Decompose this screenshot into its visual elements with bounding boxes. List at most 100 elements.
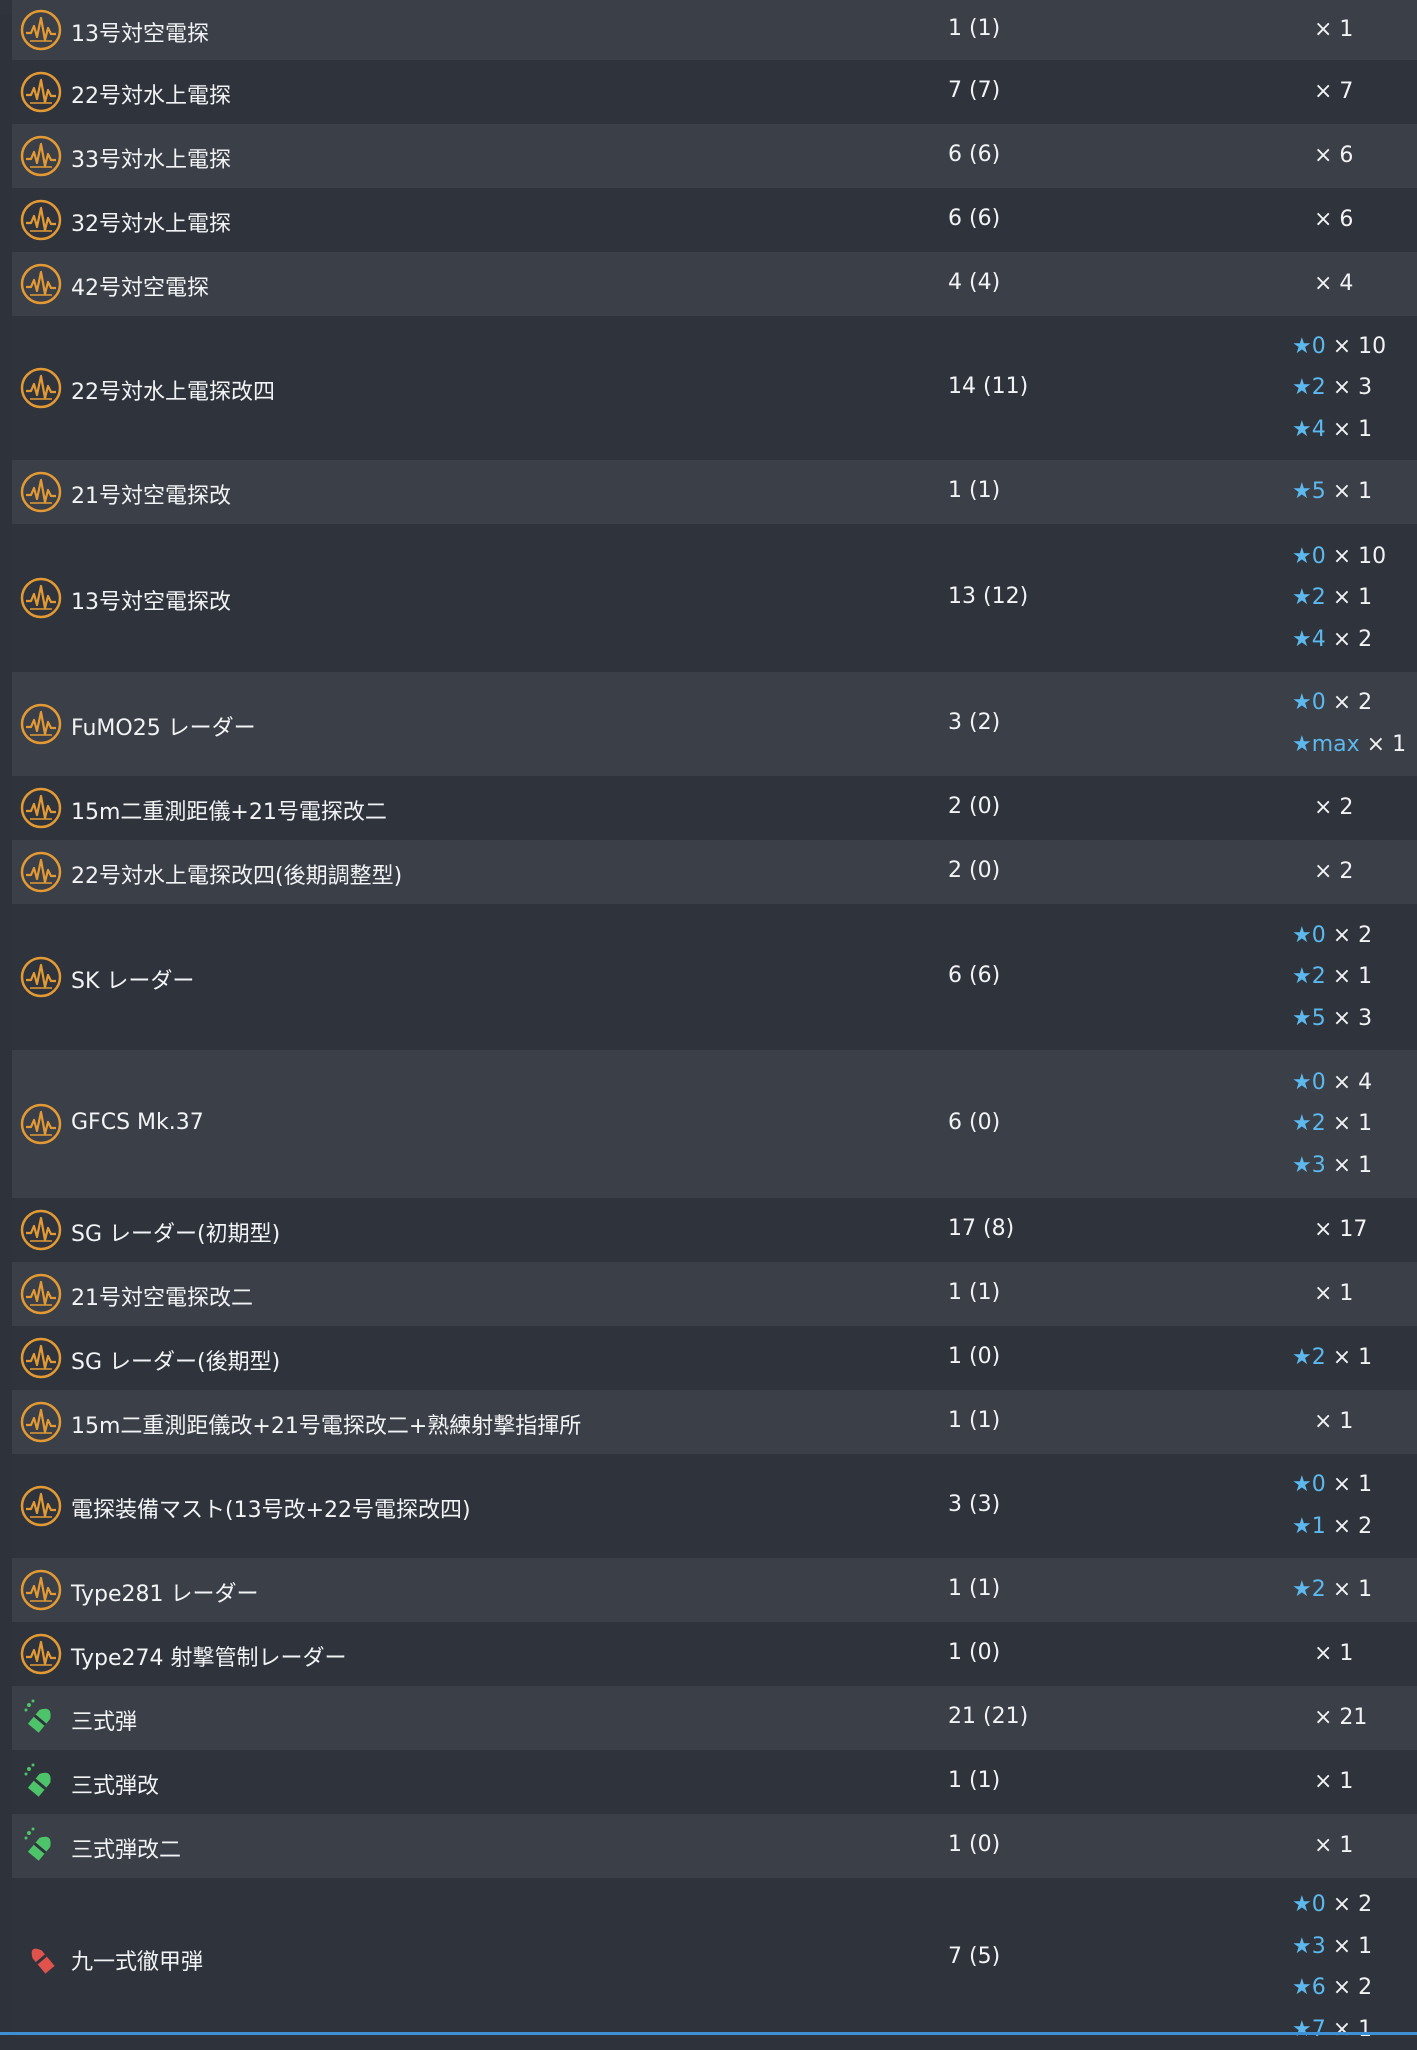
improvement-entry: ★5 × 1 — [1292, 471, 1372, 513]
table-row[interactable]: 15m二重測距儀+21号電探改二 2 (0) × 2 — [12, 776, 1417, 840]
improvement-entry: × 17 — [1292, 1209, 1367, 1251]
improvement-entry: ★2 × 1 — [1292, 1337, 1372, 1379]
equipment-count: 2 (0) — [948, 858, 1001, 883]
type3-shell-icon — [20, 1761, 62, 1803]
table-row[interactable]: 三式弾 21 (21) × 21 — [12, 1686, 1417, 1750]
star-level: ★5 — [1292, 479, 1326, 505]
type3-shell-icon — [20, 1825, 62, 1867]
equipment-name: FuMO25 レーダー — [71, 716, 256, 741]
star-level: ★4 — [1292, 626, 1326, 652]
improvement-entry: ★0 × 10 — [1292, 536, 1386, 578]
radar-icon — [20, 263, 62, 305]
table-row[interactable]: 三式弾改 1 (1) × 1 — [12, 1750, 1417, 1814]
ap-shell-icon — [20, 1937, 62, 1979]
improvement-list: ★2 × 1 — [1292, 1569, 1372, 1611]
table-row[interactable]: 32号対水上電探 6 (6) × 6 — [12, 188, 1417, 252]
table-row[interactable]: 21号対空電探改 1 (1) ★5 × 1 — [12, 460, 1417, 524]
star-level: ★0 — [1292, 333, 1326, 359]
table-row[interactable]: 22号対水上電探改四 14 (11) ★0 × 10 ★2 × 3 ★4 × 1 — [12, 316, 1417, 460]
improvement-count: × 6 — [1314, 143, 1354, 169]
improvement-list: ★0 × 2 ★max × 1 — [1292, 682, 1406, 765]
equipment-count: 3 (3) — [948, 1492, 1001, 1517]
table-row[interactable]: SG レーダー(後期型) 1 (0) ★2 × 1 — [12, 1326, 1417, 1390]
equipment-count: 2 (0) — [948, 794, 1001, 819]
improvement-count: × 1 — [1332, 1577, 1373, 1603]
equipment-name: 三式弾 — [71, 1710, 138, 1735]
equipment-count: 7 (7) — [948, 78, 1001, 103]
table-row[interactable]: GFCS Mk.37 6 (0) ★0 × 4 ★2 × 1 ★3 × 1 — [12, 1050, 1417, 1198]
equipment-name: SG レーダー(後期型) — [71, 1350, 281, 1375]
improvement-list: × 6 — [1292, 135, 1353, 177]
improvement-entry: ★4 × 1 — [1292, 409, 1386, 451]
improvement-list: × 1 — [1292, 1401, 1353, 1443]
table-row[interactable]: 15m二重測距儀改+21号電探改二+熟練射撃指揮所 1 (1) × 1 — [12, 1390, 1417, 1454]
radar-icon — [20, 1103, 62, 1145]
improvement-count: × 1 — [1332, 416, 1373, 442]
improvement-list: × 1 — [1292, 1633, 1353, 1675]
improvement-count: × 1 — [1332, 585, 1373, 611]
improvement-entry: × 21 — [1292, 1697, 1367, 1739]
table-row[interactable]: SG レーダー(初期型) 17 (8) × 17 — [12, 1198, 1417, 1262]
equipment-count: 1 (0) — [948, 1344, 1001, 1369]
table-row[interactable]: 22号対水上電探 7 (7) × 7 — [12, 60, 1417, 124]
improvement-list: ★0 × 2 ★2 × 1 ★5 × 3 — [1292, 915, 1372, 1040]
equipment-count: 1 (1) — [948, 1576, 1001, 1601]
table-row[interactable]: Type274 射撃管制レーダー 1 (0) × 1 — [12, 1622, 1417, 1686]
table-row[interactable]: 電探装備マスト(13号改+22号電探改四) 3 (3) ★0 × 1 ★1 × 2 — [12, 1454, 1417, 1558]
equipment-name: 三式弾改二 — [71, 1838, 182, 1863]
equipment-name: 22号対水上電探改四(後期調整型) — [71, 864, 403, 889]
radar-icon — [20, 787, 62, 829]
radar-icon — [20, 199, 62, 241]
radar-icon — [20, 1633, 62, 1675]
table-row[interactable]: 13号対空電探 1 (1) × 1 — [12, 0, 1417, 60]
table-row[interactable]: 九一式徹甲弾 7 (5) ★0 × 2 ★3 × 1 ★6 × 2 ★7 × 1 — [12, 1878, 1417, 2042]
improvement-count: × 1 — [1314, 1833, 1354, 1859]
improvement-count: × 6 — [1314, 207, 1354, 233]
equipment-count: 1 (1) — [948, 1408, 1001, 1433]
equipment-count: 1 (1) — [948, 1280, 1001, 1305]
radar-icon — [20, 577, 62, 619]
table-row[interactable]: 42号対空電探 4 (4) × 4 — [12, 252, 1417, 316]
star-level: ★2 — [1292, 585, 1326, 611]
star-level: ★0 — [1292, 543, 1326, 569]
star-level: ★0 — [1292, 1892, 1326, 1917]
table-row[interactable]: Type281 レーダー 1 (1) ★2 × 1 — [12, 1558, 1417, 1622]
equipment-name: SK レーダー — [71, 969, 195, 994]
improvement-list: × 7 — [1292, 71, 1353, 113]
improvement-count: × 1 — [1314, 17, 1354, 43]
improvement-entry: ★0 × 2 — [1292, 1884, 1372, 1926]
equipment-count: 4 (4) — [948, 270, 1001, 295]
table-row[interactable]: 33号対水上電探 6 (6) × 6 — [12, 124, 1417, 188]
radar-icon — [20, 1569, 62, 1611]
improvement-entry: ★6 × 2 — [1292, 1967, 1372, 2009]
equipment-name: 九一式徹甲弾 — [71, 1950, 204, 1975]
star-level: ★1 — [1292, 1513, 1326, 1539]
table-row[interactable]: FuMO25 レーダー 3 (2) ★0 × 2 ★max × 1 — [12, 672, 1417, 776]
table-row[interactable]: 三式弾改二 1 (0) × 1 — [12, 1814, 1417, 1878]
radar-icon — [20, 851, 62, 893]
improvement-count: × 2 — [1332, 690, 1373, 716]
table-row[interactable]: 22号対水上電探改四(後期調整型) 2 (0) × 2 — [12, 840, 1417, 904]
equipment-count: 1 (0) — [948, 1640, 1001, 1665]
improvement-entry: × 6 — [1292, 135, 1353, 177]
improvement-count: × 7 — [1314, 79, 1354, 105]
improvement-count: × 1 — [1332, 1152, 1373, 1178]
improvement-entry: ★5 × 3 — [1292, 998, 1372, 1040]
improvement-entry: ★7 × 1 — [1292, 2009, 1372, 2050]
radar-icon — [20, 367, 62, 409]
improvement-entry: ★2 × 1 — [1292, 1569, 1372, 1611]
improvement-list: × 21 — [1292, 1697, 1367, 1739]
improvement-entry: ★0 × 4 — [1292, 1062, 1372, 1104]
table-row[interactable]: 13号対空電探改 13 (12) ★0 × 10 ★2 × 1 ★4 × 2 — [12, 524, 1417, 672]
improvement-count: × 10 — [1332, 333, 1387, 359]
equipment-name: 三式弾改 — [71, 1774, 160, 1799]
improvement-list: × 1 — [1292, 1273, 1353, 1315]
improvement-list: ★0 × 4 ★2 × 1 ★3 × 1 — [1292, 1062, 1372, 1187]
improvement-entry: ★0 × 10 — [1292, 326, 1386, 368]
table-row[interactable]: 21号対空電探改二 1 (1) × 1 — [12, 1262, 1417, 1326]
improvement-list: ★0 × 10 ★2 × 1 ★4 × 2 — [1292, 536, 1386, 661]
improvement-entry: ★0 × 1 — [1292, 1464, 1372, 1506]
table-row[interactable]: SK レーダー 6 (6) ★0 × 2 ★2 × 1 ★5 × 3 — [12, 904, 1417, 1050]
improvement-list: × 2 — [1292, 851, 1353, 893]
improvement-list: × 1 — [1292, 1825, 1353, 1867]
